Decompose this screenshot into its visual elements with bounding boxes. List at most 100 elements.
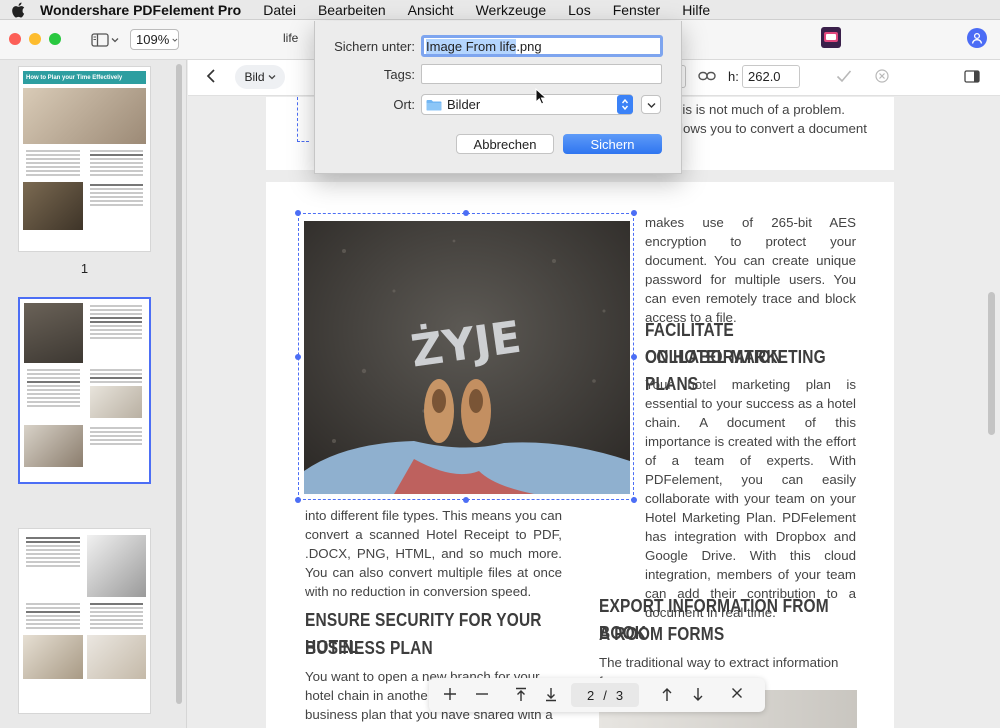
thumbnail-image: [24, 425, 83, 467]
menu-ansicht[interactable]: Ansicht: [397, 2, 465, 18]
page-thumbnail-3[interactable]: [18, 528, 151, 714]
thumbnail-image: [23, 182, 83, 230]
page-number-field[interactable]: 2 / 3: [571, 683, 639, 707]
close-window-button[interactable]: [9, 33, 21, 45]
location-label: Ort:: [393, 97, 415, 112]
next-page-button[interactable]: [692, 687, 704, 702]
resize-handle-right[interactable]: [631, 354, 637, 360]
menu-bearbeiten[interactable]: Bearbeiten: [307, 2, 397, 18]
menu-app-name[interactable]: Wondershare PDFelement Pro: [36, 2, 252, 18]
thumbnail-image: [89, 386, 142, 418]
checkmark-icon: [836, 70, 852, 83]
user-icon: [971, 32, 983, 44]
tags-label: Tags:: [383, 67, 415, 82]
document-tab-thumbnail[interactable]: [821, 27, 841, 48]
paragraph-conversion: into different file types. This means yo…: [305, 508, 562, 599]
chevron-down-icon: [172, 38, 178, 42]
apple-icon[interactable]: [0, 2, 36, 18]
resize-handle-top[interactable]: [463, 210, 469, 216]
tags-input[interactable]: [421, 64, 662, 84]
menu-werkzeuge[interactable]: Werkzeuge: [465, 2, 558, 18]
plus-icon: [444, 688, 456, 700]
close-icon: [732, 688, 742, 698]
chevron-down-icon: [111, 38, 119, 43]
document-viewport: his is not much of a problem. lows you t…: [188, 97, 1000, 728]
previous-page-button[interactable]: [661, 687, 673, 702]
height-input[interactable]: 262.0: [742, 65, 800, 88]
resize-handle-bottom-right[interactable]: [631, 497, 637, 503]
expand-dialog-button[interactable]: [641, 95, 661, 114]
thumbnail-image: [86, 635, 146, 679]
thumbnail-image: [23, 635, 83, 679]
close-circle-icon: [875, 69, 889, 83]
menu-fenster[interactable]: Fenster: [602, 2, 671, 18]
properties-panel-button[interactable]: [964, 70, 980, 83]
thumbnail-image: [24, 303, 83, 363]
chevron-down-icon: [268, 75, 275, 80]
cancel-button[interactable]: Abbrechen: [456, 134, 554, 154]
resize-handle-bottom[interactable]: [463, 497, 469, 503]
chevron-down-icon: [647, 102, 655, 108]
zoom-value: 109%: [136, 32, 170, 47]
folder-icon: [426, 99, 442, 110]
document-tab[interactable]: life: [283, 31, 298, 45]
page-2: ŻYJE makes use of 265-bit AES encryption…: [266, 182, 894, 728]
resize-handle-top-right[interactable]: [631, 210, 637, 216]
page1-text-1: his is not much of a problem.: [675, 102, 845, 117]
image-mode-label: Bild: [244, 70, 265, 84]
page-separator: /: [603, 687, 607, 703]
save-button[interactable]: Sichern: [563, 134, 662, 154]
paragraph-collaboration: Your hotel marketing plan is essential t…: [645, 377, 856, 620]
zoom-out-button[interactable]: [475, 687, 489, 701]
arrow-up-icon: [662, 688, 672, 701]
zoom-in-button[interactable]: [443, 687, 457, 701]
page-thumbnail-1[interactable]: How to Plan your Time Effectively: [18, 66, 151, 252]
previous-image-frame: [297, 97, 309, 142]
resize-handle-bottom-left[interactable]: [295, 497, 301, 503]
minimize-window-button[interactable]: [29, 33, 41, 45]
user-avatar[interactable]: [967, 28, 987, 48]
zoom-select[interactable]: 109%: [130, 29, 179, 50]
image-mode-dropdown[interactable]: Bild: [235, 65, 285, 89]
location-select[interactable]: Bilder: [421, 94, 633, 115]
thumbnail-panel: How to Plan your Time Effectively 1 2: [0, 60, 187, 728]
location-stepper[interactable]: [617, 95, 633, 114]
resize-handle-left[interactable]: [295, 354, 301, 360]
save-as-label: Sichern unter:: [334, 39, 415, 54]
discard-button[interactable]: [875, 69, 889, 83]
filename-extension: .png: [516, 39, 542, 54]
filename-input[interactable]: Image From life.png: [421, 35, 663, 57]
first-page-button[interactable]: [515, 687, 527, 702]
arrow-to-bottom-icon: [546, 688, 556, 702]
page-thumbnail-2[interactable]: [18, 297, 151, 484]
thumbnail-title: How to Plan your Time Effectively: [23, 71, 146, 84]
close-navigation-button[interactable]: [731, 687, 743, 699]
menu-hilfe[interactable]: Hilfe: [671, 2, 721, 18]
sidebar-toggle-button[interactable]: [91, 30, 119, 50]
selected-image[interactable]: ŻYJE: [304, 221, 630, 494]
sidebar-icon: [91, 33, 109, 47]
page1-text-2: lows you to convert a document: [680, 121, 867, 136]
height-label: h:: [728, 69, 739, 84]
page-number-1: 1: [80, 261, 89, 276]
thumbnail-image: [23, 88, 146, 144]
paragraph-encryption: makes use of 265-bit AES encryption to p…: [645, 215, 856, 325]
last-page-button[interactable]: [545, 687, 557, 702]
mouse-cursor-icon: [535, 88, 547, 105]
link-aspect-icon[interactable]: [698, 70, 716, 82]
thumbnail-scrollbar[interactable]: [176, 64, 182, 704]
confirm-button[interactable]: [836, 69, 852, 83]
menu-los[interactable]: Los: [557, 2, 602, 18]
filename-selected-text: Image From life: [426, 39, 517, 54]
thumbnail-image: [86, 535, 146, 597]
back-button[interactable]: [206, 68, 216, 84]
zoom-window-button[interactable]: [49, 33, 61, 45]
save-dialog: Sichern unter: Image From life.png Tags:…: [314, 21, 682, 174]
heading-export-2: A ROOM FORMS: [599, 624, 725, 644]
total-pages: 3: [615, 687, 624, 703]
panel-icon: [964, 70, 980, 83]
resize-handle-top-left[interactable]: [295, 210, 301, 216]
document-scrollbar[interactable]: [988, 292, 995, 435]
menu-datei[interactable]: Datei: [252, 2, 307, 18]
menu-bar: Wondershare PDFelement Pro Datei Bearbei…: [0, 0, 1000, 20]
